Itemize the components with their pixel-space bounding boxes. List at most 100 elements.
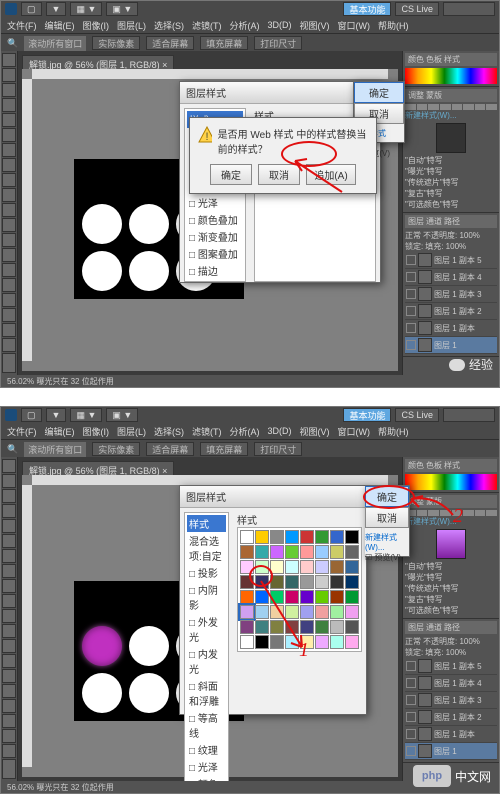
opt-fit-screen[interactable]: 适合屏幕: [146, 36, 194, 50]
style-swatch[interactable]: [240, 530, 254, 544]
panel-tab-paths[interactable]: 路径: [444, 216, 460, 227]
adjust-icon[interactable]: [463, 510, 474, 516]
style-swatch[interactable]: [345, 575, 359, 589]
style-cat[interactable]: □ 内阴影: [187, 581, 226, 613]
style-swatch[interactable]: [285, 590, 299, 604]
blur-tool[interactable]: [2, 639, 16, 653]
style-swatch[interactable]: [285, 530, 299, 544]
view-mode[interactable]: ▢: [21, 408, 42, 422]
style-swatch[interactable]: [345, 620, 359, 634]
style-swatch[interactable]: [300, 575, 314, 589]
eraser-tool[interactable]: [2, 203, 16, 217]
adjust-icon[interactable]: [475, 104, 486, 110]
style-swatch[interactable]: [315, 635, 329, 649]
style-swatch[interactable]: [240, 590, 254, 604]
menu-file[interactable]: 文件(F): [7, 19, 37, 32]
style-cat[interactable]: □ 外发光: [187, 613, 226, 645]
crop-tool[interactable]: [2, 113, 16, 127]
menu-help[interactable]: 帮助(H): [378, 425, 409, 438]
search-input[interactable]: [443, 2, 495, 16]
panel-tab-adjust[interactable]: 调整: [408, 90, 424, 101]
opt-fit-screen[interactable]: 适合屏幕: [146, 442, 194, 456]
brush-tool[interactable]: [2, 158, 16, 172]
style-swatch[interactable]: [240, 575, 254, 589]
cslive-button[interactable]: CS Live: [395, 408, 439, 422]
zoom-level[interactable]: ▼: [46, 408, 67, 422]
new-style-link[interactable]: 新建样式(W)...: [405, 110, 497, 121]
style-cat[interactable]: 混合选项:自定: [187, 532, 226, 564]
style-swatch[interactable]: [255, 620, 269, 634]
color-spectrum[interactable]: [405, 474, 497, 490]
menu-view[interactable]: 视图(V): [300, 425, 330, 438]
eyedropper-tool[interactable]: [2, 128, 16, 142]
move-tool[interactable]: [2, 459, 16, 473]
style-swatch[interactable]: [255, 605, 269, 619]
heal-tool[interactable]: [2, 549, 16, 563]
zoom-level[interactable]: ▼: [46, 2, 67, 16]
path-tool[interactable]: [2, 293, 16, 307]
style-cat[interactable]: □ 斜面和浮雕: [187, 677, 226, 709]
style-swatch[interactable]: [285, 635, 299, 649]
layer-row[interactable]: 图层 1 副本 4: [405, 675, 497, 692]
style-swatch[interactable]: [270, 530, 284, 544]
move-tool[interactable]: [2, 53, 16, 67]
style-cat[interactable]: □ 纹理: [187, 741, 226, 758]
style-cat[interactable]: □ 图案叠加: [187, 245, 243, 262]
preview-check[interactable]: ☑ 预览(V): [365, 552, 409, 563]
lasso-tool[interactable]: [2, 489, 16, 503]
adjust-preset[interactable]: "传统遮片"特写: [405, 583, 497, 594]
menu-edit[interactable]: 编辑(E): [45, 425, 75, 438]
style-cat[interactable]: □ 投影: [187, 564, 226, 581]
history-brush-tool[interactable]: [2, 188, 16, 202]
style-swatch[interactable]: [330, 605, 344, 619]
blur-tool[interactable]: [2, 233, 16, 247]
panel-tab-swatches[interactable]: 色板: [426, 54, 442, 65]
style-swatch[interactable]: [240, 560, 254, 574]
style-swatch[interactable]: [255, 590, 269, 604]
menu-help[interactable]: 帮助(H): [378, 19, 409, 32]
style-swatch[interactable]: [285, 545, 299, 559]
visibility-icon[interactable]: [406, 661, 416, 671]
visibility-icon[interactable]: [406, 678, 416, 688]
visibility-icon[interactable]: [406, 695, 416, 705]
style-swatch[interactable]: [270, 590, 284, 604]
adjust-preset[interactable]: "曝光"特写: [405, 166, 497, 177]
style-swatch[interactable]: [315, 530, 329, 544]
menu-image[interactable]: 图像(I): [83, 19, 110, 32]
adjust-preset[interactable]: "传统遮片"特写: [405, 177, 497, 188]
layer-row[interactable]: 图层 1 副本 3: [405, 692, 497, 709]
style-swatch[interactable]: [240, 635, 254, 649]
visibility-icon[interactable]: [406, 255, 416, 265]
opt-print-size[interactable]: 打印尺寸: [254, 36, 302, 50]
dodge-tool[interactable]: [2, 248, 16, 262]
style-swatch[interactable]: [330, 545, 344, 559]
shape-tool[interactable]: [2, 308, 16, 322]
layer-row[interactable]: 图层 1 副本 3: [405, 286, 497, 303]
style-swatch[interactable]: [255, 545, 269, 559]
zoom-tool[interactable]: [2, 338, 16, 352]
screen-mode[interactable]: ▣ ▼: [106, 408, 138, 422]
style-swatch[interactable]: [330, 530, 344, 544]
cslive-button[interactable]: CS Live: [395, 2, 439, 16]
adjust-preset[interactable]: "可选颜色"特写: [405, 199, 497, 210]
cancel-button[interactable]: 取消: [365, 507, 409, 528]
ok-button[interactable]: 确定: [354, 82, 404, 103]
menu-3d[interactable]: 3D(D): [268, 20, 292, 30]
type-tool[interactable]: [2, 684, 16, 698]
menu-view[interactable]: 视图(V): [300, 19, 330, 32]
opt-scroll-all[interactable]: 滚动所有窗口: [24, 36, 86, 51]
panel-tab-styles[interactable]: 样式: [444, 460, 460, 471]
visibility-icon[interactable]: [406, 306, 416, 316]
style-swatch[interactable]: [285, 560, 299, 574]
style-swatch[interactable]: [345, 560, 359, 574]
style-swatch[interactable]: [330, 560, 344, 574]
menu-layer[interactable]: 图层(L): [117, 19, 146, 32]
style-swatch[interactable]: [315, 605, 329, 619]
panel-tab-mask[interactable]: 蒙版: [426, 90, 442, 101]
alert-append[interactable]: 追加(A): [306, 164, 356, 185]
style-swatch[interactable]: [315, 590, 329, 604]
style-swatch[interactable]: [330, 575, 344, 589]
style-swatch[interactable]: [270, 620, 284, 634]
lasso-tool[interactable]: [2, 83, 16, 97]
adjust-preset[interactable]: "自动"特写: [405, 155, 497, 166]
